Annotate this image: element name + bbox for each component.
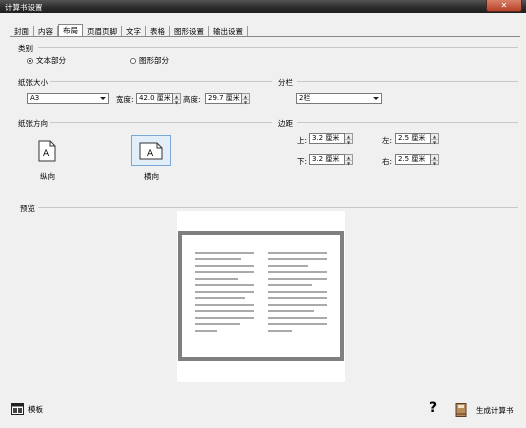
- landscape-page-icon: A: [139, 142, 163, 159]
- radio-dot: [130, 57, 136, 64]
- paper-size-value: A3: [30, 94, 40, 102]
- landscape-button[interactable]: A: [131, 135, 171, 166]
- margin-right-stepper[interactable]: ▲ ▼: [431, 154, 439, 166]
- close-button[interactable]: ✕: [486, 0, 522, 12]
- portrait-icon-letter: A: [43, 149, 50, 159]
- paper-size-select[interactable]: A3: [27, 93, 109, 104]
- preview-divider: [38, 207, 518, 208]
- height-field[interactable]: 29.7 厘米: [205, 93, 242, 104]
- title-bar: 计算书设置 ✕: [0, 0, 526, 13]
- generate-report-button[interactable]: 生成计算书: [455, 403, 514, 417]
- margin-left-stepper[interactable]: ▲ ▼: [431, 133, 439, 145]
- width-label: 宽度:: [116, 95, 134, 104]
- width-spinner[interactable]: 42.0 厘米 ▲ ▼: [136, 93, 181, 105]
- tab-divider: [10, 36, 520, 37]
- margin-bottom-stepper[interactable]: ▲ ▼: [345, 154, 353, 166]
- margin-left-label: 左:: [382, 136, 393, 145]
- margin-bottom-field[interactable]: 3.2 厘米: [309, 154, 345, 165]
- book-icon: [455, 403, 467, 417]
- category-label: 类别: [18, 44, 33, 53]
- height-spinner[interactable]: 29.7 厘米 ▲ ▼: [205, 93, 250, 105]
- category-divider: [38, 47, 518, 48]
- margin-left-field[interactable]: 2.5 厘米: [395, 133, 431, 144]
- margin-left-spinner[interactable]: 2.5 厘米 ▲ ▼: [395, 133, 439, 145]
- landscape-icon-letter: A: [147, 149, 154, 159]
- margin-right-spinner[interactable]: 2.5 厘米 ▲ ▼: [395, 154, 439, 166]
- spin-down-icon[interactable]: ▼: [431, 140, 438, 145]
- columns-select[interactable]: 2栏: [296, 93, 382, 104]
- width-field[interactable]: 42.0 厘米: [136, 93, 173, 104]
- margins-label: 边距: [278, 119, 293, 128]
- help-icon: ?: [429, 400, 438, 416]
- radio-text-part[interactable]: 文本部分: [27, 55, 66, 66]
- portrait-button[interactable]: A: [33, 137, 61, 165]
- generate-report-label: 生成计算书: [476, 405, 514, 415]
- window-title: 计算书设置: [5, 3, 43, 12]
- orientation-divider: [50, 122, 272, 123]
- radio-graphics-part-label: 图形部分: [139, 56, 169, 65]
- template-label: 模板: [28, 404, 43, 414]
- paper-size-divider: [50, 81, 272, 82]
- chevron-down-icon: [373, 97, 379, 100]
- spin-down-icon[interactable]: ▼: [431, 161, 438, 166]
- portrait-page-icon: A: [38, 140, 56, 162]
- spin-down-icon[interactable]: ▼: [345, 140, 352, 145]
- template-button[interactable]: 模板: [11, 403, 43, 415]
- radio-text-part-label: 文本部分: [36, 56, 66, 65]
- help-button[interactable]: ?: [429, 400, 437, 416]
- margin-top-field[interactable]: 3.2 厘米: [309, 133, 345, 144]
- height-label: 高度:: [183, 95, 201, 104]
- spin-down-icon[interactable]: ▼: [345, 161, 352, 166]
- orientation-label: 纸张方向: [18, 119, 48, 128]
- margin-bottom-spinner[interactable]: 3.2 厘米 ▲ ▼: [309, 154, 353, 166]
- radio-graphics-part[interactable]: 图形部分: [130, 55, 169, 66]
- spin-down-icon[interactable]: ▼: [242, 100, 249, 105]
- margin-right-label: 右:: [382, 157, 393, 166]
- chevron-down-icon: [100, 97, 106, 100]
- margin-bottom-label: 下:: [297, 157, 308, 166]
- columns-divider: [297, 81, 518, 82]
- width-stepper[interactable]: ▲ ▼: [173, 93, 181, 105]
- radio-dot-selected: [27, 57, 33, 64]
- preview-text-lines: [195, 252, 327, 332]
- height-stepper[interactable]: ▲ ▼: [242, 93, 250, 105]
- margin-right-field[interactable]: 2.5 厘米: [395, 154, 431, 165]
- preview-page: [178, 231, 344, 361]
- landscape-label: 横向: [144, 172, 159, 181]
- template-icon: [11, 403, 24, 415]
- margin-top-label: 上:: [297, 136, 308, 145]
- portrait-label: 纵向: [40, 172, 55, 181]
- paper-size-label: 纸张大小: [18, 78, 48, 87]
- columns-label: 分栏: [278, 78, 293, 87]
- spin-down-icon[interactable]: ▼: [173, 100, 180, 105]
- margin-top-spinner[interactable]: 3.2 厘米 ▲ ▼: [309, 133, 353, 145]
- columns-value: 2栏: [299, 94, 311, 102]
- margins-divider: [297, 122, 518, 123]
- margin-top-stepper[interactable]: ▲ ▼: [345, 133, 353, 145]
- preview-label: 预览: [20, 204, 35, 213]
